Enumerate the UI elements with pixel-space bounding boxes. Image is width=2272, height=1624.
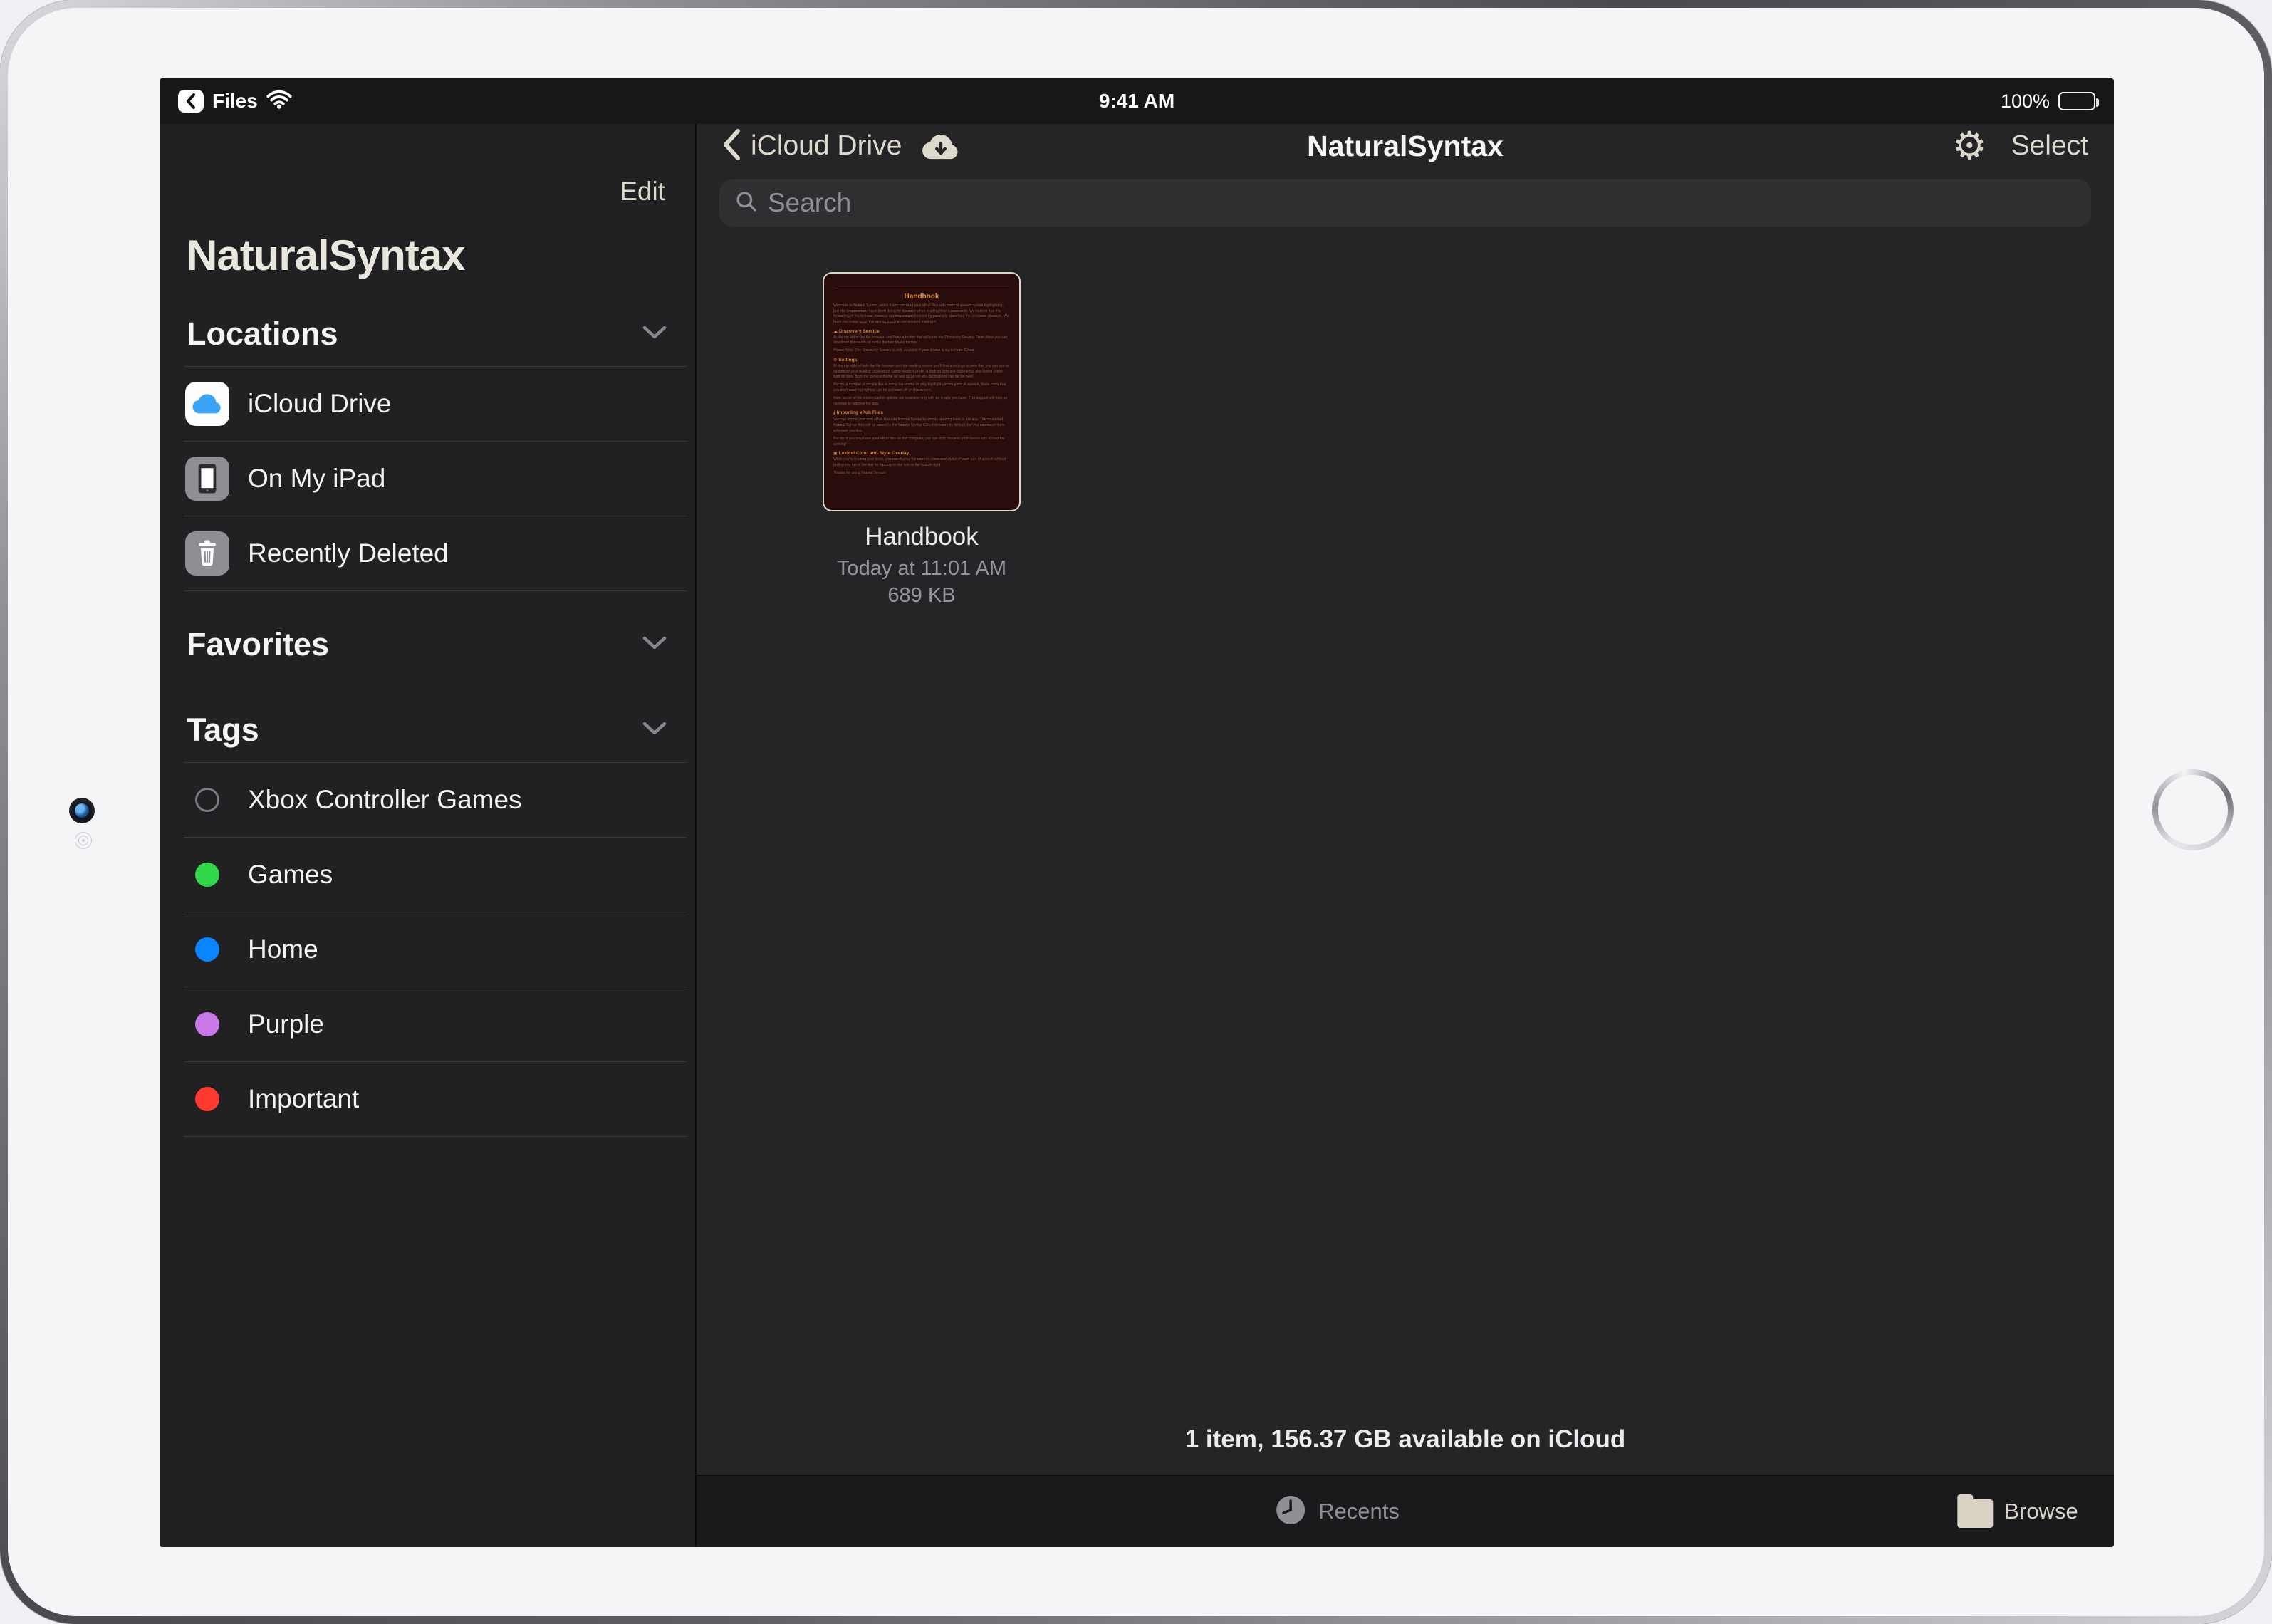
back-to-app-label: Files: [212, 90, 258, 113]
back-button[interactable]: iCloud Drive: [722, 128, 902, 165]
tab-browse[interactable]: Browse: [1957, 1476, 2078, 1547]
status-bar: Files 9:41 AM 100%: [160, 78, 2114, 124]
light-sensor: [75, 832, 92, 849]
tag-dot-outline: [195, 788, 219, 812]
chevron-down-icon: [642, 326, 667, 343]
home-button[interactable]: [2152, 769, 2234, 850]
sidebar-item-icloud-drive[interactable]: iCloud Drive: [160, 367, 695, 441]
status-battery-group: 100%: [2001, 90, 2095, 113]
back-to-app-icon: [178, 90, 204, 113]
section-header-favorites[interactable]: Favorites: [160, 613, 695, 677]
clock-icon: [1274, 1494, 1307, 1530]
file-item-handbook[interactable]: HandbookWelcome to Natural Syntax, withi…: [808, 272, 1036, 609]
sidebar-tag-home[interactable]: Home: [160, 912, 695, 987]
navigation-bar: iCloud Drive NaturalSyntax ⚙ Select: [697, 124, 2114, 168]
icloud-download-icon[interactable]: [920, 132, 962, 160]
tab-recents[interactable]: Recents: [1274, 1476, 1400, 1547]
file-modified: Today at 11:01 AM: [837, 556, 1006, 583]
sidebar-item-recently-deleted[interactable]: Recently Deleted: [160, 516, 695, 590]
section-header-locations[interactable]: Locations: [160, 302, 695, 366]
folder-icon: [1957, 1499, 1993, 1528]
select-button[interactable]: Select: [2011, 130, 2088, 162]
files-app-screen: Files 9:41 AM 100%: [160, 78, 2114, 1547]
sidebar-tag-purple[interactable]: Purple: [160, 987, 695, 1061]
sidebar-tag-games[interactable]: Games: [160, 838, 695, 912]
front-camera: [69, 798, 95, 823]
search-placeholder: Search: [768, 188, 851, 218]
file-grid: HandbookWelcome to Natural Syntax, withi…: [697, 227, 2114, 1475]
search-icon: [735, 190, 758, 217]
sidebar-tag-important[interactable]: Important: [160, 1062, 695, 1136]
trash-icon: [185, 531, 229, 576]
ipad-icon: [185, 457, 229, 501]
chevron-down-icon: [642, 636, 667, 654]
sidebar-tag-xbox-controller-games[interactable]: Xbox Controller Games: [160, 763, 695, 837]
main-pane: iCloud Drive NaturalSyntax ⚙ Select: [697, 124, 2114, 1547]
file-name: Handbook: [865, 523, 979, 551]
icloud-drive-icon: [185, 382, 229, 426]
sidebar-item-on-my-ipad[interactable]: On My iPad: [160, 442, 695, 516]
tag-dot-purple: [195, 1012, 219, 1036]
sidebar: Edit NaturalSyntax Locations: [160, 124, 697, 1547]
item-count-summary: 1 item, 156.37 GB available on iCloud: [697, 1425, 2114, 1454]
file-thumbnail: HandbookWelcome to Natural Syntax, withi…: [823, 272, 1021, 511]
tag-dot-blue: [195, 937, 219, 962]
edit-button[interactable]: Edit: [620, 177, 665, 207]
battery-icon: [2058, 92, 2095, 110]
page-title: NaturalSyntax: [1307, 130, 1504, 163]
chevron-left-icon: [722, 128, 741, 165]
tab-bar: Recents Browse: [697, 1475, 2114, 1547]
section-header-tags[interactable]: Tags: [160, 698, 695, 762]
battery-percent: 100%: [2001, 90, 2050, 113]
wifi-icon: [266, 90, 292, 113]
file-size: 689 KB: [837, 583, 1006, 610]
sidebar-title: NaturalSyntax: [187, 231, 464, 280]
tag-dot-red: [195, 1087, 219, 1111]
tag-dot-green: [195, 863, 219, 887]
chevron-down-icon: [642, 722, 667, 739]
gear-icon[interactable]: ⚙: [1952, 127, 1986, 165]
search-input[interactable]: Search: [719, 179, 2091, 227]
divider: [184, 1136, 687, 1137]
back-to-app-breadcrumb[interactable]: Files: [178, 90, 292, 113]
status-time: 9:41 AM: [1099, 90, 1174, 113]
ipad-device-frame: Files 9:41 AM 100%: [0, 0, 2272, 1624]
